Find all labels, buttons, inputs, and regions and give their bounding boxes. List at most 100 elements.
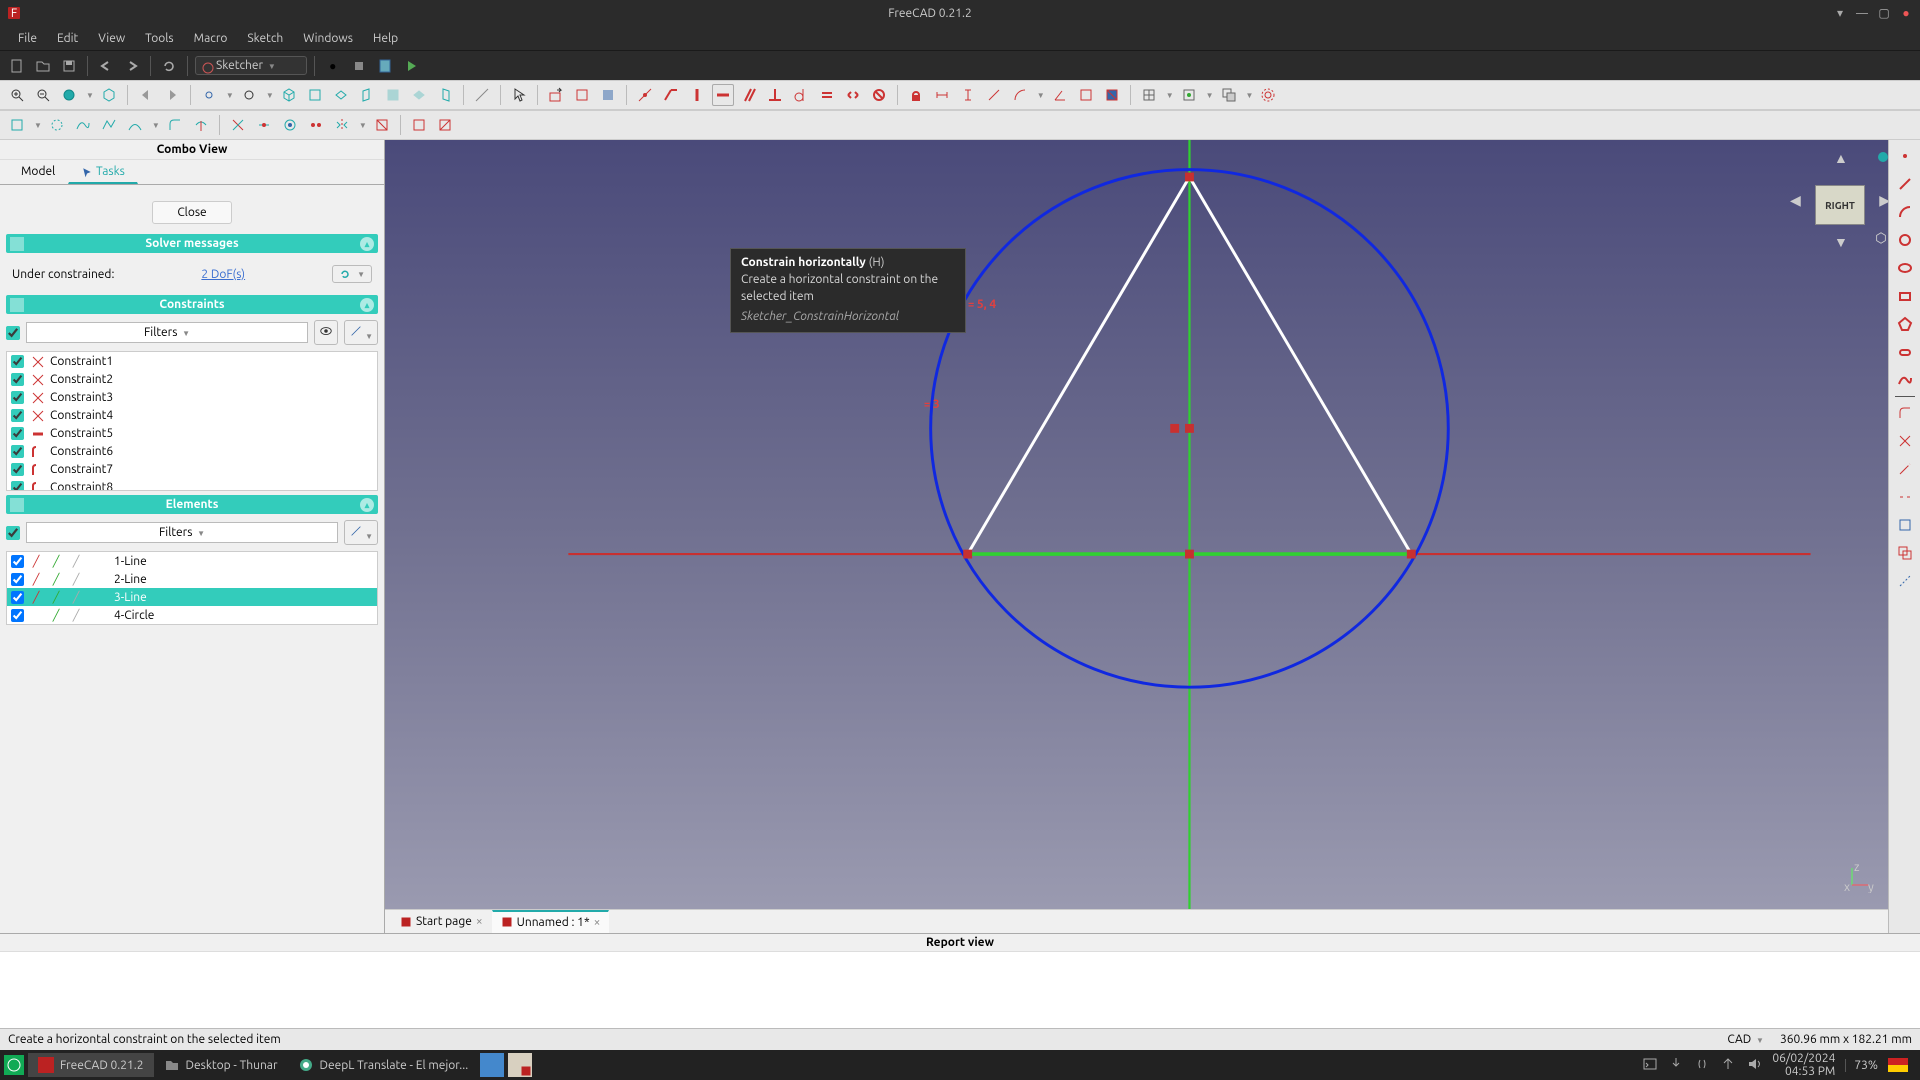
select-icon[interactable] <box>508 84 530 106</box>
menu-windows[interactable]: Windows <box>293 29 363 48</box>
constrain-vertical-icon[interactable] <box>686 84 708 106</box>
create-line-tool-icon[interactable] <box>1893 172 1917 196</box>
macro-stop-icon[interactable] <box>348 55 370 77</box>
save-file-icon[interactable] <box>58 55 80 77</box>
constrain-radius-icon[interactable] <box>1009 84 1031 106</box>
constraint-checkbox[interactable] <box>11 481 24 492</box>
menu-macro[interactable]: Macro <box>184 29 238 48</box>
element-item[interactable]: ╱ ╱ ╱ 3-Line <box>7 588 377 606</box>
external-geom-icon[interactable] <box>1893 513 1917 537</box>
constraint-checkbox[interactable] <box>11 463 24 476</box>
right-view-icon[interactable] <box>356 84 378 106</box>
chevron-up-icon[interactable]: ▴ <box>360 498 374 512</box>
navcube-perspective-icon[interactable] <box>1874 231 1888 248</box>
element-item[interactable]: ╱ ╱ 4-Circle <box>7 606 377 624</box>
fillet-tool-icon[interactable] <box>1893 401 1917 425</box>
new-file-icon[interactable] <box>6 55 28 77</box>
constraint-item[interactable]: Constraint8 <box>7 478 377 491</box>
create-rectangle-tool-icon[interactable] <box>1893 284 1917 308</box>
symmetry-icon[interactable] <box>331 114 353 136</box>
trim-tool-icon[interactable] <box>1893 429 1917 453</box>
constraint-checkbox[interactable] <box>11 427 24 440</box>
navigation-cube[interactable]: ▲ ▼ ◀ ▶ RIGHT <box>1790 150 1890 250</box>
constraint-item[interactable]: Constraint4 <box>7 406 377 424</box>
start-menu-icon[interactable] <box>0 1051 28 1079</box>
constraint-annotation[interactable]: = 3 <box>924 398 940 411</box>
constrain-vdist-icon[interactable] <box>957 84 979 106</box>
taskbar-app-browser[interactable]: DeepL Translate - El mejor... <box>288 1053 479 1077</box>
element-item[interactable]: ╱ ╱ ╱ 2-Line <box>7 570 377 588</box>
constrain-tangent-icon[interactable] <box>790 84 812 106</box>
constraint-item[interactable]: Constraint7 <box>7 460 377 478</box>
create-point-tool-icon[interactable] <box>1893 144 1917 168</box>
toggle-snap-icon[interactable] <box>1178 84 1200 106</box>
constraints-settings-button[interactable]: ▼ <box>344 320 378 345</box>
tray-language-icon[interactable] <box>1888 1058 1908 1072</box>
nav-forward-icon[interactable] <box>161 84 183 106</box>
element-checkbox[interactable] <box>11 573 24 586</box>
bottom-view-icon[interactable] <box>408 84 430 106</box>
constraint-checkbox[interactable] <box>11 355 24 368</box>
nav-back-icon[interactable] <box>135 84 157 106</box>
elements-filter-all-checkbox[interactable] <box>6 526 20 540</box>
constrain-symmetric-icon[interactable] <box>842 84 864 106</box>
toggle-grid-icon[interactable] <box>1138 84 1160 106</box>
tab-model[interactable]: Model <box>8 160 68 184</box>
tab-unnamed-document[interactable]: Unnamed : 1* × <box>492 910 610 933</box>
constrain-horizontal-icon[interactable] <box>712 84 734 106</box>
minimize-icon[interactable]: ▾ <box>1832 5 1848 21</box>
constrain-internal-icon[interactable] <box>1101 84 1123 106</box>
show-constraints-icon[interactable] <box>227 114 249 136</box>
constraint-item[interactable]: Constraint2 <box>7 370 377 388</box>
macro-play-icon[interactable] <box>400 55 422 77</box>
close-sketch-button[interactable]: Close <box>152 201 231 224</box>
select-conflict-icon[interactable] <box>279 114 301 136</box>
constraint-item[interactable]: Constraint3 <box>7 388 377 406</box>
navcube-face[interactable]: RIGHT <box>1815 185 1865 225</box>
menu-edit[interactable]: Edit <box>47 29 88 48</box>
menu-view[interactable]: View <box>88 29 135 48</box>
constraint-checkbox[interactable] <box>11 445 24 458</box>
iso-view-icon[interactable] <box>278 84 300 106</box>
constrain-snell-icon[interactable] <box>1075 84 1097 106</box>
create-ellipse-tool-icon[interactable] <box>1893 256 1917 280</box>
constrain-distance-icon[interactable] <box>983 84 1005 106</box>
elements-filter-select[interactable]: Filters ▼ <box>26 522 338 543</box>
draw-style-icon[interactable] <box>58 84 80 106</box>
menu-file[interactable]: File <box>8 29 47 48</box>
window-minimize-icon[interactable]: — <box>1854 5 1870 21</box>
menu-tools[interactable]: Tools <box>135 29 184 48</box>
constraints-filter-select[interactable]: Filters ▼ <box>26 322 308 343</box>
rear-view-icon[interactable] <box>382 84 404 106</box>
macro-list-icon[interactable] <box>374 55 396 77</box>
create-bspline-icon[interactable] <box>72 114 94 136</box>
create-polygon-tool-icon[interactable] <box>1893 312 1917 336</box>
split-tool-icon[interactable] <box>1893 485 1917 509</box>
constrain-perpendicular-icon[interactable] <box>764 84 786 106</box>
toggle-construction-icon[interactable] <box>408 114 430 136</box>
constrain-parallel-icon[interactable] <box>738 84 760 106</box>
navcube-home-icon[interactable] <box>1878 152 1888 162</box>
workbench-selector[interactable]: Sketcher ▼ <box>195 56 307 75</box>
select-origin-icon[interactable] <box>253 114 275 136</box>
trim-icon[interactable] <box>190 114 212 136</box>
top-view-icon[interactable] <box>330 84 352 106</box>
create-line-icon[interactable] <box>46 114 68 136</box>
tray-clock[interactable]: 06/02/2024 04:53 PM <box>1772 1052 1835 1078</box>
close-tab-icon[interactable]: × <box>594 916 601 929</box>
view-sketch-icon[interactable] <box>571 84 593 106</box>
element-checkbox[interactable] <box>11 609 24 622</box>
constraints-visibility-button[interactable] <box>314 320 338 345</box>
create-polyline-icon[interactable] <box>98 114 120 136</box>
create-bspline-tool-icon[interactable] <box>1893 368 1917 392</box>
front-view-icon[interactable] <box>304 84 326 106</box>
chevron-up-icon[interactable]: ▴ <box>360 298 374 312</box>
carbon-copy-icon[interactable] <box>1893 541 1917 565</box>
zoom-out-icon[interactable] <box>32 84 54 106</box>
leave-sketch-icon[interactable] <box>545 84 567 106</box>
zoom-in-icon[interactable] <box>6 84 28 106</box>
menu-help[interactable]: Help <box>363 29 408 48</box>
element-checkbox[interactable] <box>11 555 24 568</box>
close-icon[interactable]: ● <box>1898 5 1914 21</box>
constrain-equal-icon[interactable] <box>816 84 838 106</box>
